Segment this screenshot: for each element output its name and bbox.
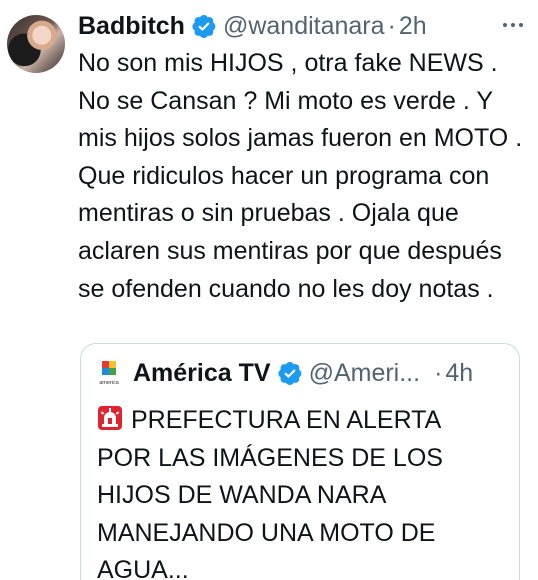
tweet-text: No son mis HIJOS , otra fake NEWS . No s… <box>78 49 523 303</box>
quoted-tweet-text: PREFECTURA EN ALERTA POR LAS IMÁGENES DE… <box>97 406 443 580</box>
tweet-header: Badbitch @wanditanara · 2h <box>78 8 427 44</box>
separator-dot: · <box>387 11 396 40</box>
quoted-tweet[interactable]: america América TV @Ameri... · 4h PREFEC… <box>80 343 520 580</box>
quoted-tweet-timestamp[interactable]: 4h <box>445 359 473 388</box>
america-tv-logo: america <box>97 359 121 387</box>
quoted-tweet-text-block: PREFECTURA EN ALERTA POR LAS IMÁGENES DE… <box>97 402 497 580</box>
more-options-icon[interactable] <box>500 12 526 38</box>
police-siren-icon <box>97 405 123 431</box>
quoted-author-name[interactable]: América TV <box>133 359 271 388</box>
verified-badge-icon <box>277 360 303 386</box>
author-handle[interactable]: @wanditanara <box>223 12 385 41</box>
quoted-tweet-header: america América TV @Ameri... · 4h <box>97 356 473 390</box>
tweet[interactable]: Badbitch @wanditanara · 2h No son mis HI… <box>0 0 538 580</box>
verified-badge-icon <box>191 13 217 39</box>
logo-caption: america <box>99 380 120 386</box>
author-avatar[interactable] <box>7 15 65 73</box>
separator-dot: · <box>434 358 443 387</box>
tweet-timestamp[interactable]: 2h <box>399 12 427 41</box>
author-name[interactable]: Badbitch <box>78 12 185 41</box>
quoted-author-handle[interactable]: @Ameri... <box>309 359 421 388</box>
